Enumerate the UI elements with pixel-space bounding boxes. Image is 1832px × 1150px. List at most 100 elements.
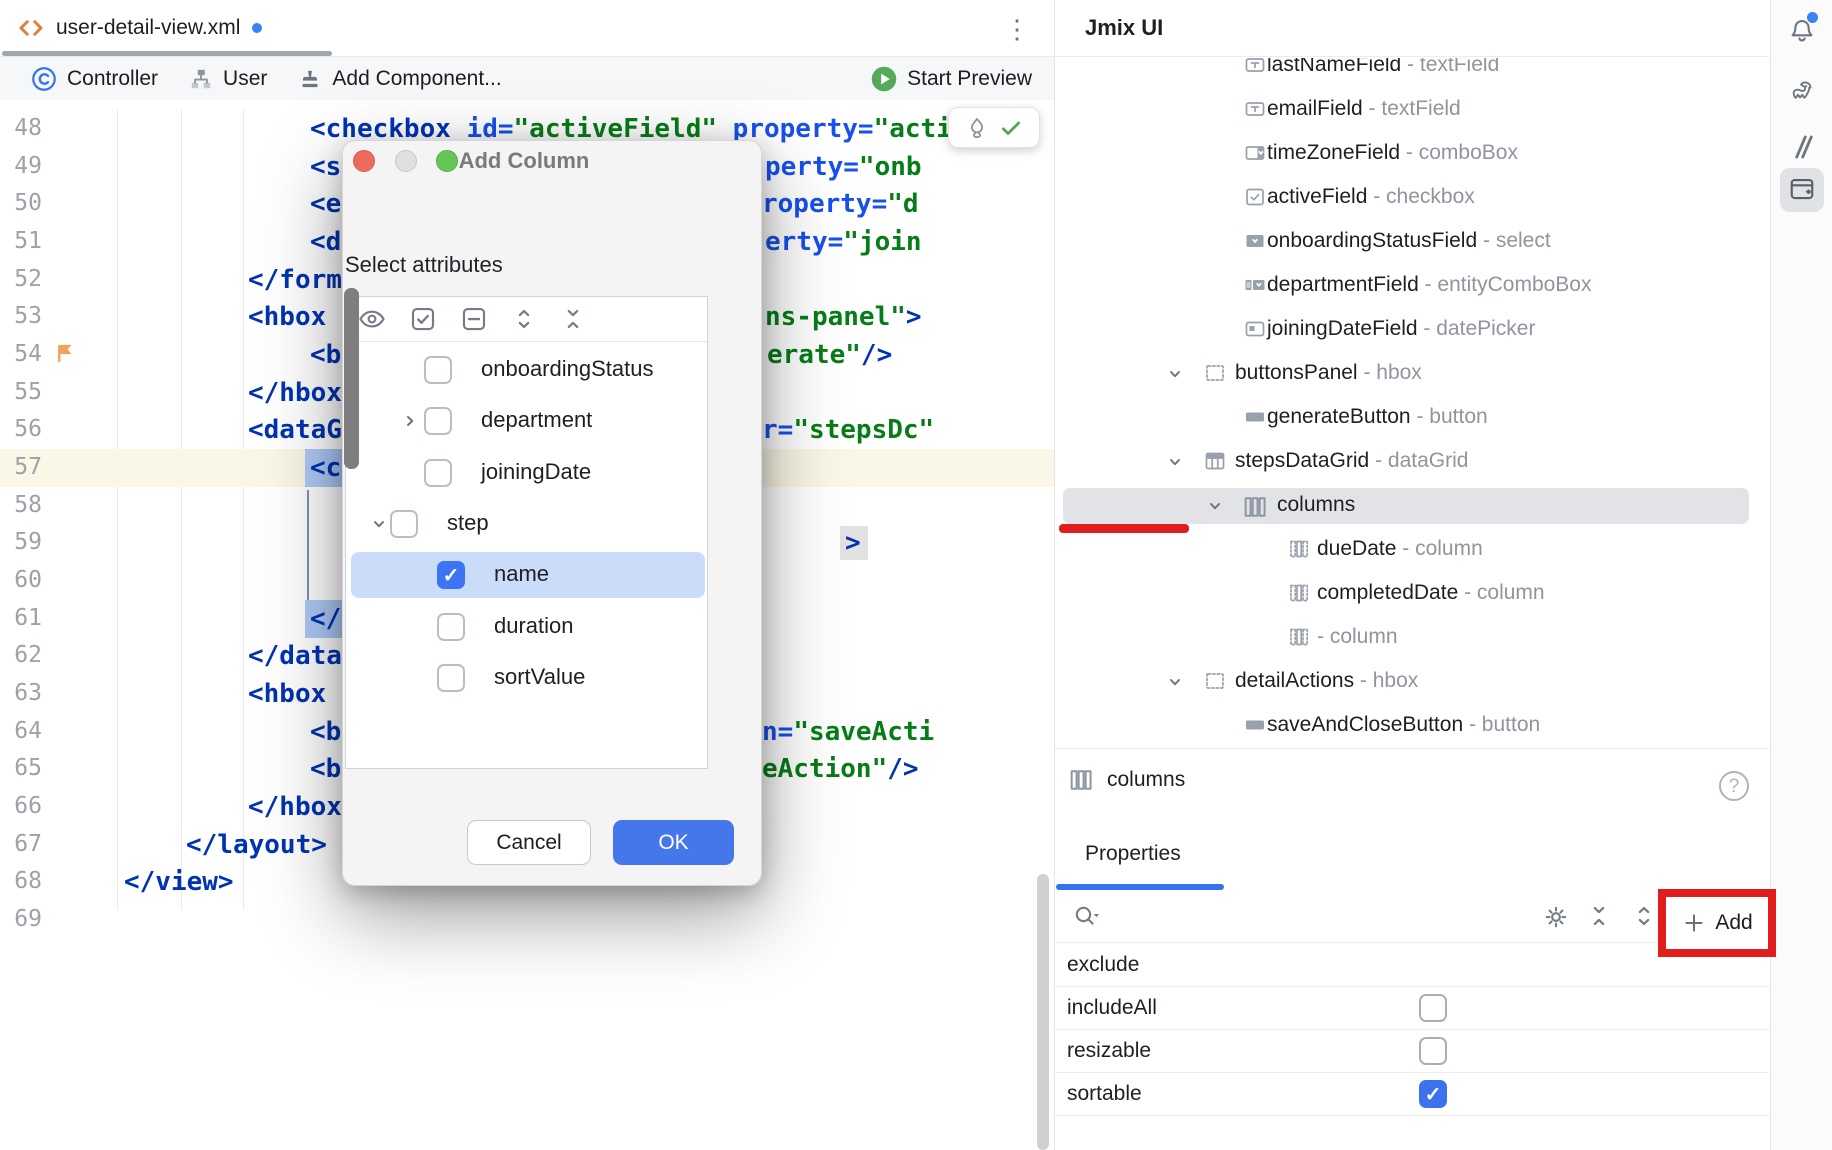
tree-item-columns[interactable]: columns	[1055, 486, 1769, 524]
add-annotation-box: Add	[1658, 889, 1776, 957]
expand-all-icon[interactable]	[1630, 902, 1658, 930]
property-checkbox-resizable[interactable]	[1419, 1037, 1447, 1065]
search-icon[interactable]	[1071, 902, 1101, 932]
editor-scrollbar-thumb[interactable]	[1037, 874, 1049, 1150]
property-label: exclude	[1067, 953, 1139, 977]
deselect-all-icon[interactable]	[459, 304, 489, 334]
ok-button[interactable]: OK	[613, 820, 734, 865]
collapse-all-icon[interactable]	[1585, 902, 1613, 930]
hbox-icon	[1203, 669, 1227, 693]
attribute-row-sortValue[interactable]: sortValue	[346, 655, 707, 701]
chevron-down-icon[interactable]	[367, 512, 391, 536]
tab-user-detail-view[interactable]: user-detail-view.xml	[0, 0, 262, 56]
help-icon[interactable]: ?	[1719, 771, 1749, 801]
show-selected-eye-icon[interactable]	[357, 304, 387, 334]
attribute-row-step[interactable]: step	[346, 501, 707, 547]
gradle-elephant-icon[interactable]	[1787, 76, 1819, 108]
attribute-checkbox-duration[interactable]	[437, 613, 465, 641]
user-entity-button[interactable]: User	[188, 66, 267, 92]
attribute-tree-toolbar	[346, 297, 707, 342]
tab-properties[interactable]: Properties	[1085, 842, 1181, 866]
attribute-checkbox-joiningDate[interactable]	[424, 459, 452, 487]
attribute-row-duration[interactable]: duration	[346, 604, 707, 650]
buttonic-icon	[1243, 405, 1267, 429]
attribute-row-onboardingStatus[interactable]: onboardingStatus	[346, 347, 707, 393]
code-text: perty="onb	[765, 148, 922, 186]
chevron-right-icon[interactable]	[398, 409, 422, 433]
attribute-checkbox-onboardingStatus[interactable]	[424, 356, 452, 384]
tree-item-saveAndCloseButton[interactable]: saveAndCloseButton - button	[1055, 706, 1769, 744]
property-checkbox-includeAll[interactable]	[1419, 994, 1447, 1022]
attribute-checkbox-step[interactable]	[390, 510, 418, 538]
code-text: <b	[310, 750, 341, 788]
cancel-button[interactable]: Cancel	[467, 820, 591, 865]
tree-item-lastNameField[interactable]: lastNameField - textField	[1055, 58, 1769, 84]
tree-item-label: detailActions - hbox	[1235, 669, 1418, 693]
attribute-row-name[interactable]: ✓name	[346, 552, 707, 598]
attribute-checkbox-name[interactable]: ✓	[437, 561, 465, 589]
tree-item-departmentField[interactable]: departmentField - entityComboBox	[1055, 266, 1769, 304]
code-text: </form	[248, 261, 342, 299]
attribute-row-joiningDate[interactable]: joiningDate	[346, 450, 707, 496]
property-row-includeAll[interactable]: includeAll	[1055, 987, 1769, 1030]
line-number: 60	[0, 567, 42, 593]
tree-item-label: stepsDataGrid - dataGrid	[1235, 449, 1468, 473]
chevron-down-icon[interactable]	[1163, 670, 1187, 694]
tree-item-buttonsPanel[interactable]: buttonsPanel - hbox	[1055, 354, 1769, 392]
tree-item-dueDate[interactable]: dueDate - column	[1055, 530, 1769, 568]
tree-item-column-13[interactable]: - column	[1055, 618, 1769, 656]
column1-icon	[1287, 625, 1311, 649]
ai-assistant-icon[interactable]	[1787, 132, 1819, 164]
property-row-sortable[interactable]: sortable✓	[1055, 1073, 1769, 1116]
tree-item-completedDate[interactable]: completedDate - column	[1055, 574, 1769, 612]
tree-item-label: - column	[1317, 625, 1398, 649]
start-preview-button[interactable]: Start Preview	[870, 65, 1032, 93]
editor-options-kebab-icon[interactable]: ⋮	[1002, 12, 1032, 46]
selectic-icon	[1243, 229, 1267, 253]
collapse-all-icon[interactable]	[559, 305, 587, 333]
entitycombo-icon	[1243, 273, 1267, 297]
line-number: 56	[0, 416, 42, 442]
code-text: </layout>	[186, 826, 327, 864]
bookmark-icon[interactable]	[52, 340, 78, 366]
select-all-icon[interactable]	[408, 304, 438, 334]
tree-item-joiningDateField[interactable]: joiningDateField - datePicker	[1055, 310, 1769, 348]
attribute-checkbox-department[interactable]	[424, 407, 452, 435]
tree-item-onboardingStatusField[interactable]: onboardingStatusField - select	[1055, 222, 1769, 260]
line-number: 61	[0, 605, 42, 631]
chevron-down-icon[interactable]	[1163, 362, 1187, 386]
property-checkbox-sortable[interactable]: ✓	[1419, 1080, 1447, 1108]
line-number: 64	[0, 718, 42, 744]
add-component-button[interactable]: Add Component...	[297, 66, 501, 92]
dialog-subtitle: Select attributes	[345, 252, 503, 278]
tree-item-emailField[interactable]: emailField - textField	[1055, 90, 1769, 128]
jmix-ui-title: Jmix UI	[1085, 15, 1163, 41]
chevron-down-icon[interactable]	[1203, 494, 1227, 518]
add-property-button[interactable]: Add	[1715, 911, 1752, 935]
checkboxic-icon	[1243, 185, 1267, 209]
attribute-row-department[interactable]: department	[346, 398, 707, 444]
dialog-scrollbar-thumb[interactable]	[344, 288, 359, 469]
tree-item-activeField[interactable]: activeField - checkbox	[1055, 178, 1769, 216]
tree-item-label: onboardingStatusField - select	[1267, 229, 1551, 253]
tree-item-label: generateButton - button	[1267, 405, 1488, 429]
expand-all-icon[interactable]	[510, 305, 538, 333]
tree-item-stepsDataGrid[interactable]: stepsDataGrid - dataGrid	[1055, 442, 1769, 480]
inspector-header: columns	[1067, 766, 1185, 794]
component-tree[interactable]: lastNameField - textField emailField - te…	[1055, 58, 1769, 748]
gear-icon[interactable]	[1541, 902, 1571, 932]
attribute-checkbox-sortValue[interactable]	[437, 664, 465, 692]
property-row-resizable[interactable]: resizable	[1055, 1030, 1769, 1073]
line-number: 51	[0, 228, 42, 254]
xml-file-icon	[16, 13, 46, 43]
code-text: erate"/>	[767, 336, 892, 374]
buttonic-icon	[1243, 713, 1267, 737]
chevron-down-icon[interactable]	[1163, 450, 1187, 474]
tree-item-generateButton[interactable]: generateButton - button	[1055, 398, 1769, 436]
controller-button[interactable]: Controller	[30, 65, 158, 93]
tree-item-timeZoneField[interactable]: timeZoneField - comboBox	[1055, 134, 1769, 172]
green-check-icon	[998, 115, 1024, 141]
intention-actions-popup[interactable]	[948, 107, 1040, 148]
tree-item-detailActions[interactable]: detailActions - hbox	[1055, 662, 1769, 700]
code-text: ns-panel">	[765, 298, 922, 336]
